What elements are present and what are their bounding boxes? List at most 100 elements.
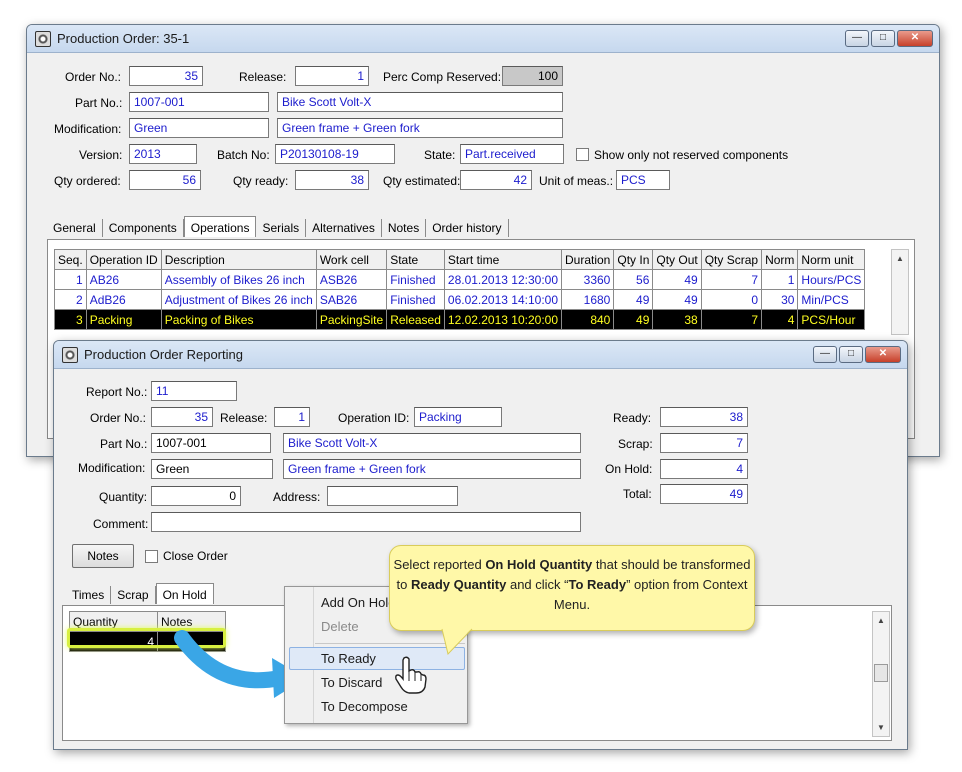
table-row-selected[interactable]: 3 Packing Packing of Bikes PackingSite R… <box>54 309 866 330</box>
menu-item-to-discard[interactable]: To Discard <box>321 675 382 690</box>
tab-components[interactable]: Components <box>102 219 184 237</box>
cell-seq[interactable]: 2 <box>54 289 87 310</box>
cell-seq[interactable]: 3 <box>54 309 87 330</box>
cell-operation-id[interactable]: AB26 <box>85 269 162 290</box>
operation-id-field[interactable]: Packing <box>414 407 502 427</box>
title-bar[interactable]: Production Order Reporting — □ ✕ <box>54 341 907 369</box>
scrap-field[interactable]: 7 <box>660 433 748 453</box>
scroll-down-icon[interactable]: ▼ <box>873 723 889 732</box>
cell-work-cell[interactable]: ASB26 <box>315 269 388 290</box>
col-seq[interactable]: Seq. <box>54 249 87 270</box>
cell-qty-in[interactable]: 56 <box>613 269 654 290</box>
menu-item-delete[interactable]: Delete <box>321 619 359 634</box>
mod-desc-field[interactable]: Green frame + Green fork <box>277 118 563 138</box>
tab-scrap[interactable]: Scrap <box>111 586 156 604</box>
col-norm[interactable]: Norm <box>761 249 799 270</box>
comment-field[interactable] <box>151 512 581 532</box>
col-qty-scrap[interactable]: Qty Scrap <box>700 249 763 270</box>
cell-start-time[interactable]: 28.01.2013 12:30:00 <box>443 269 563 290</box>
cell-description[interactable]: Packing of Bikes <box>160 309 317 330</box>
release-field[interactable]: 1 <box>295 66 369 86</box>
cell-qty-out[interactable]: 38 <box>652 309 702 330</box>
cell-qty-in[interactable]: 49 <box>613 309 654 330</box>
part-desc-field[interactable]: Bike Scott Volt-X <box>277 92 563 112</box>
part-no-field[interactable]: 1007-001 <box>151 433 271 453</box>
cell-duration[interactable]: 1680 <box>560 289 615 310</box>
tab-times[interactable]: Times <box>66 586 112 604</box>
col-duration[interactable]: Duration <box>560 249 615 270</box>
on-hold-field[interactable]: 4 <box>660 459 748 479</box>
qty-estimated-field[interactable]: 42 <box>460 170 532 190</box>
cell-operation-id[interactable]: AdB26 <box>85 289 162 310</box>
table-row[interactable]: 1 AB26 Assembly of Bikes 26 inch ASB26 F… <box>54 269 866 290</box>
minimize-icon[interactable]: — <box>813 346 837 363</box>
col-qty-in[interactable]: Qty In <box>613 249 654 270</box>
cell-duration[interactable]: 3360 <box>560 269 615 290</box>
close-order-checkbox[interactable] <box>145 550 158 563</box>
col-norm-unit[interactable]: Norm unit <box>797 249 866 270</box>
cell-description[interactable]: Adjustment of Bikes 26 inch <box>160 289 317 310</box>
maximize-icon[interactable]: □ <box>871 30 895 47</box>
cell-work-cell[interactable]: PackingSite <box>315 309 388 330</box>
tab-on-hold[interactable]: On Hold <box>155 583 214 604</box>
cell-duration[interactable]: 840 <box>560 309 615 330</box>
qty-ordered-field[interactable]: 56 <box>129 170 201 190</box>
menu-item-to-ready[interactable]: To Ready <box>321 651 376 666</box>
batch-no-field[interactable]: P20130108-19 <box>275 144 395 164</box>
on-hold-scrollbar[interactable]: ▲ ▼ <box>872 611 890 737</box>
cell-qty-out[interactable]: 49 <box>652 289 702 310</box>
col-work-cell[interactable]: Work cell <box>315 249 388 270</box>
cell-operation-id[interactable]: Packing <box>85 309 162 330</box>
cell-qty-in[interactable]: 49 <box>613 289 654 310</box>
cell-qty-out[interactable]: 49 <box>652 269 702 290</box>
menu-item-to-decompose[interactable]: To Decompose <box>321 699 408 714</box>
tab-serials[interactable]: Serials <box>256 219 307 237</box>
table-row[interactable]: 2 AdB26 Adjustment of Bikes 26 inch SAB2… <box>54 289 866 310</box>
cell-qty-scrap[interactable]: 7 <box>700 269 763 290</box>
modification-field[interactable]: Green <box>129 118 269 138</box>
unit-of-meas-field[interactable]: PCS <box>616 170 670 190</box>
notes-button[interactable]: Notes <box>72 544 134 568</box>
cell-seq[interactable]: 1 <box>54 269 87 290</box>
maximize-icon[interactable]: □ <box>839 346 863 363</box>
show-only-checkbox[interactable] <box>576 148 589 161</box>
tab-order-history[interactable]: Order history <box>426 219 509 237</box>
menu-item-add-on-hold[interactable]: Add On Hold <box>321 595 395 610</box>
total-field[interactable]: 49 <box>660 484 748 504</box>
cell-state[interactable]: Finished <box>386 289 445 310</box>
col-start-time[interactable]: Start time <box>443 249 563 270</box>
cell-qty-scrap[interactable]: 7 <box>700 309 763 330</box>
scroll-thumb[interactable] <box>874 664 888 682</box>
report-no-field[interactable]: 11 <box>151 381 237 401</box>
cell-start-time[interactable]: 06.02.2013 14:10:00 <box>443 289 563 310</box>
state-field[interactable]: Part.received <box>460 144 564 164</box>
version-field[interactable]: 2013 <box>129 144 197 164</box>
tab-general[interactable]: General <box>47 219 103 237</box>
modification-field[interactable]: Green <box>151 459 273 479</box>
release-field[interactable]: 1 <box>274 407 310 427</box>
cell-norm[interactable]: 30 <box>761 289 799 310</box>
cell-description[interactable]: Assembly of Bikes 26 inch <box>160 269 317 290</box>
cell-state[interactable]: Finished <box>386 269 445 290</box>
col-description[interactable]: Description <box>160 249 317 270</box>
cell-state[interactable]: Released <box>386 309 445 330</box>
quantity-field[interactable]: 0 <box>151 486 241 506</box>
tab-notes[interactable]: Notes <box>381 219 427 237</box>
cell-norm[interactable]: 4 <box>761 309 799 330</box>
col-operation-id[interactable]: Operation ID <box>85 249 162 270</box>
scroll-up-icon[interactable]: ▲ <box>873 616 889 625</box>
part-desc-field[interactable]: Bike Scott Volt-X <box>283 433 581 453</box>
cell-qty-scrap[interactable]: 0 <box>700 289 763 310</box>
title-bar[interactable]: Production Order: 35-1 — □ ✕ <box>27 25 939 53</box>
tab-alternatives[interactable]: Alternatives <box>306 219 382 237</box>
order-no-field[interactable]: 35 <box>129 66 203 86</box>
operations-scrollbar[interactable]: ▲ <box>891 249 909 335</box>
tab-operations[interactable]: Operations <box>183 216 257 237</box>
part-no-field[interactable]: 1007-001 <box>129 92 269 112</box>
col-state[interactable]: State <box>386 249 445 270</box>
qty-ready-field[interactable]: 38 <box>295 170 369 190</box>
address-field[interactable] <box>327 486 458 506</box>
cell-norm-unit[interactable]: Min/PCS <box>797 289 866 310</box>
cell-start-time[interactable]: 12.02.2013 10:20:00 <box>443 309 563 330</box>
scroll-up-icon[interactable]: ▲ <box>892 254 908 263</box>
